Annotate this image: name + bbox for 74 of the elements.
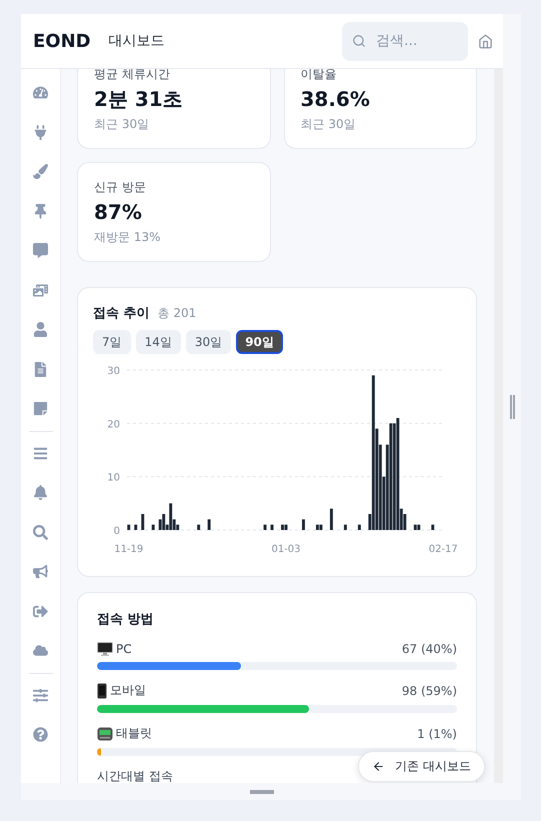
logo: EOND [33, 30, 91, 52]
media-icon[interactable] [33, 282, 48, 298]
note-icon[interactable] [33, 401, 48, 416]
bar [208, 519, 211, 530]
stat-caption: 최근 30일 [94, 116, 150, 132]
axis-label: 10 [107, 472, 120, 484]
total-count: 총 201 [158, 305, 196, 322]
sliders-icon[interactable] [33, 688, 48, 703]
menu-icon[interactable] [33, 446, 48, 461]
plug-icon[interactable] [33, 124, 48, 140]
document-icon[interactable] [33, 362, 48, 377]
megaphone-icon[interactable] [33, 564, 48, 580]
bar [197, 524, 200, 530]
search-box[interactable]: 검색... [342, 22, 468, 60]
card-title: 접속 방법 [97, 611, 155, 628]
scrollbar[interactable] [494, 69, 503, 783]
arrow-icon [372, 760, 386, 773]
resize-handle[interactable] [250, 790, 274, 794]
device-name: PC [116, 642, 132, 656]
range-tab[interactable]: 7일 [93, 330, 131, 354]
card-title: 접속 추이 [93, 305, 150, 322]
bar [127, 524, 130, 530]
range-tab[interactable]: 30일 [186, 330, 232, 354]
comment-icon[interactable] [33, 243, 48, 258]
bar [152, 524, 155, 530]
search-icon [352, 34, 366, 48]
axis-label: 20 [107, 419, 120, 430]
range-tab[interactable]: 90일 [236, 330, 283, 354]
bar [270, 524, 274, 530]
stat-caption: 재방문 13% [94, 229, 162, 245]
monitor-icon [97, 642, 113, 656]
axis-label: 30 [107, 366, 120, 377]
stat-label: 평균 체류시간 [94, 69, 171, 82]
device-count: 98 (59%) [402, 684, 457, 698]
brush-icon[interactable] [33, 164, 48, 180]
phone-icon [97, 682, 107, 698]
bar [134, 524, 138, 530]
device-count: 67 (40%) [402, 642, 457, 656]
device-count: 1 (1%) [417, 726, 457, 740]
stat-value: 87% [94, 199, 143, 225]
bar [302, 519, 305, 530]
search-icon[interactable] [33, 524, 48, 540]
bell-icon[interactable] [33, 485, 48, 500]
bar [141, 514, 144, 530]
stat-caption: 최근 30일 [300, 116, 357, 132]
range-tab[interactable]: 14일 [136, 330, 181, 354]
bar [431, 524, 434, 530]
stat-label: 이탈율 [300, 69, 338, 82]
help-icon[interactable] [33, 727, 48, 742]
bar [344, 524, 347, 530]
user-icon[interactable] [33, 322, 48, 338]
stat-label: 신규 방문 [94, 179, 147, 195]
stat-value: 38.6% [300, 86, 371, 112]
page-title: 대시보드 [108, 32, 166, 50]
gauge-icon[interactable] [33, 85, 48, 100]
axis-label: 01-03 [271, 544, 301, 555]
device-name: 태블릿 [116, 725, 152, 742]
section-title: 시간대별 접속 [97, 768, 173, 783]
back-button[interactable]: 기존 대시보드 [358, 751, 485, 782]
pin-icon[interactable] [33, 204, 48, 219]
bar [330, 508, 333, 530]
home-icon[interactable] [478, 34, 493, 48]
stat-value: 2분 31초 [94, 86, 184, 112]
axis-label: 0 [114, 526, 120, 537]
axis-label: 02-17 [428, 544, 458, 555]
pager-icon [97, 726, 113, 740]
bar [358, 524, 361, 530]
resize-handle[interactable] [510, 395, 514, 419]
axis-label: 11-19 [114, 544, 144, 555]
bar [264, 524, 266, 530]
sign-out-icon[interactable] [33, 604, 48, 619]
cloud-icon[interactable] [33, 643, 48, 658]
search-field[interactable]: 검색... [374, 32, 458, 50]
device-name: 모바일 [110, 682, 146, 699]
